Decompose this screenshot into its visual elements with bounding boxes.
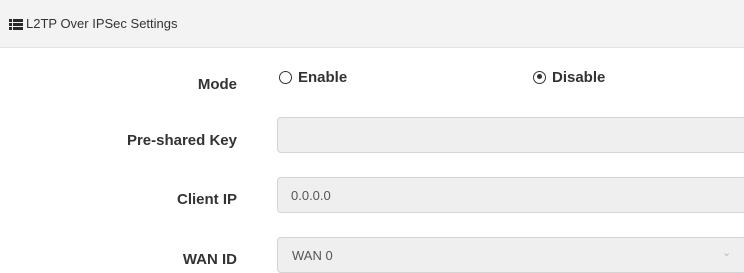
radio-unchecked-icon: [279, 70, 292, 84]
radio-checked-icon: [533, 70, 546, 84]
client-ip-input[interactable]: [277, 177, 744, 213]
panel-header: L2TP Over IPSec Settings: [0, 0, 744, 48]
panel-title: L2TP Over IPSec Settings: [26, 16, 178, 31]
mode-label: Mode: [197, 76, 237, 93]
mode-enable-radio[interactable]: Enable: [279, 66, 347, 88]
client-ip-label: Client IP: [176, 191, 237, 208]
preshared-key-input[interactable]: [277, 117, 744, 153]
mode-disable-radio[interactable]: Disable: [533, 66, 605, 88]
chevron-down-icon: ⌄: [722, 247, 732, 259]
mode-enable-label: Enable: [298, 68, 348, 86]
wan-id-selected-value: WAN 0: [292, 248, 333, 263]
mode-disable-label: Disable: [552, 68, 606, 86]
preshared-key-label: Pre-shared Key: [126, 132, 237, 149]
list-icon: [9, 19, 23, 30]
wan-id-label: WAN ID: [182, 251, 237, 268]
wan-id-select[interactable]: WAN 0 ⌄: [277, 237, 744, 273]
l2tp-ipsec-settings-panel: L2TP Over IPSec Settings Mode Enable Dis…: [0, 0, 744, 273]
